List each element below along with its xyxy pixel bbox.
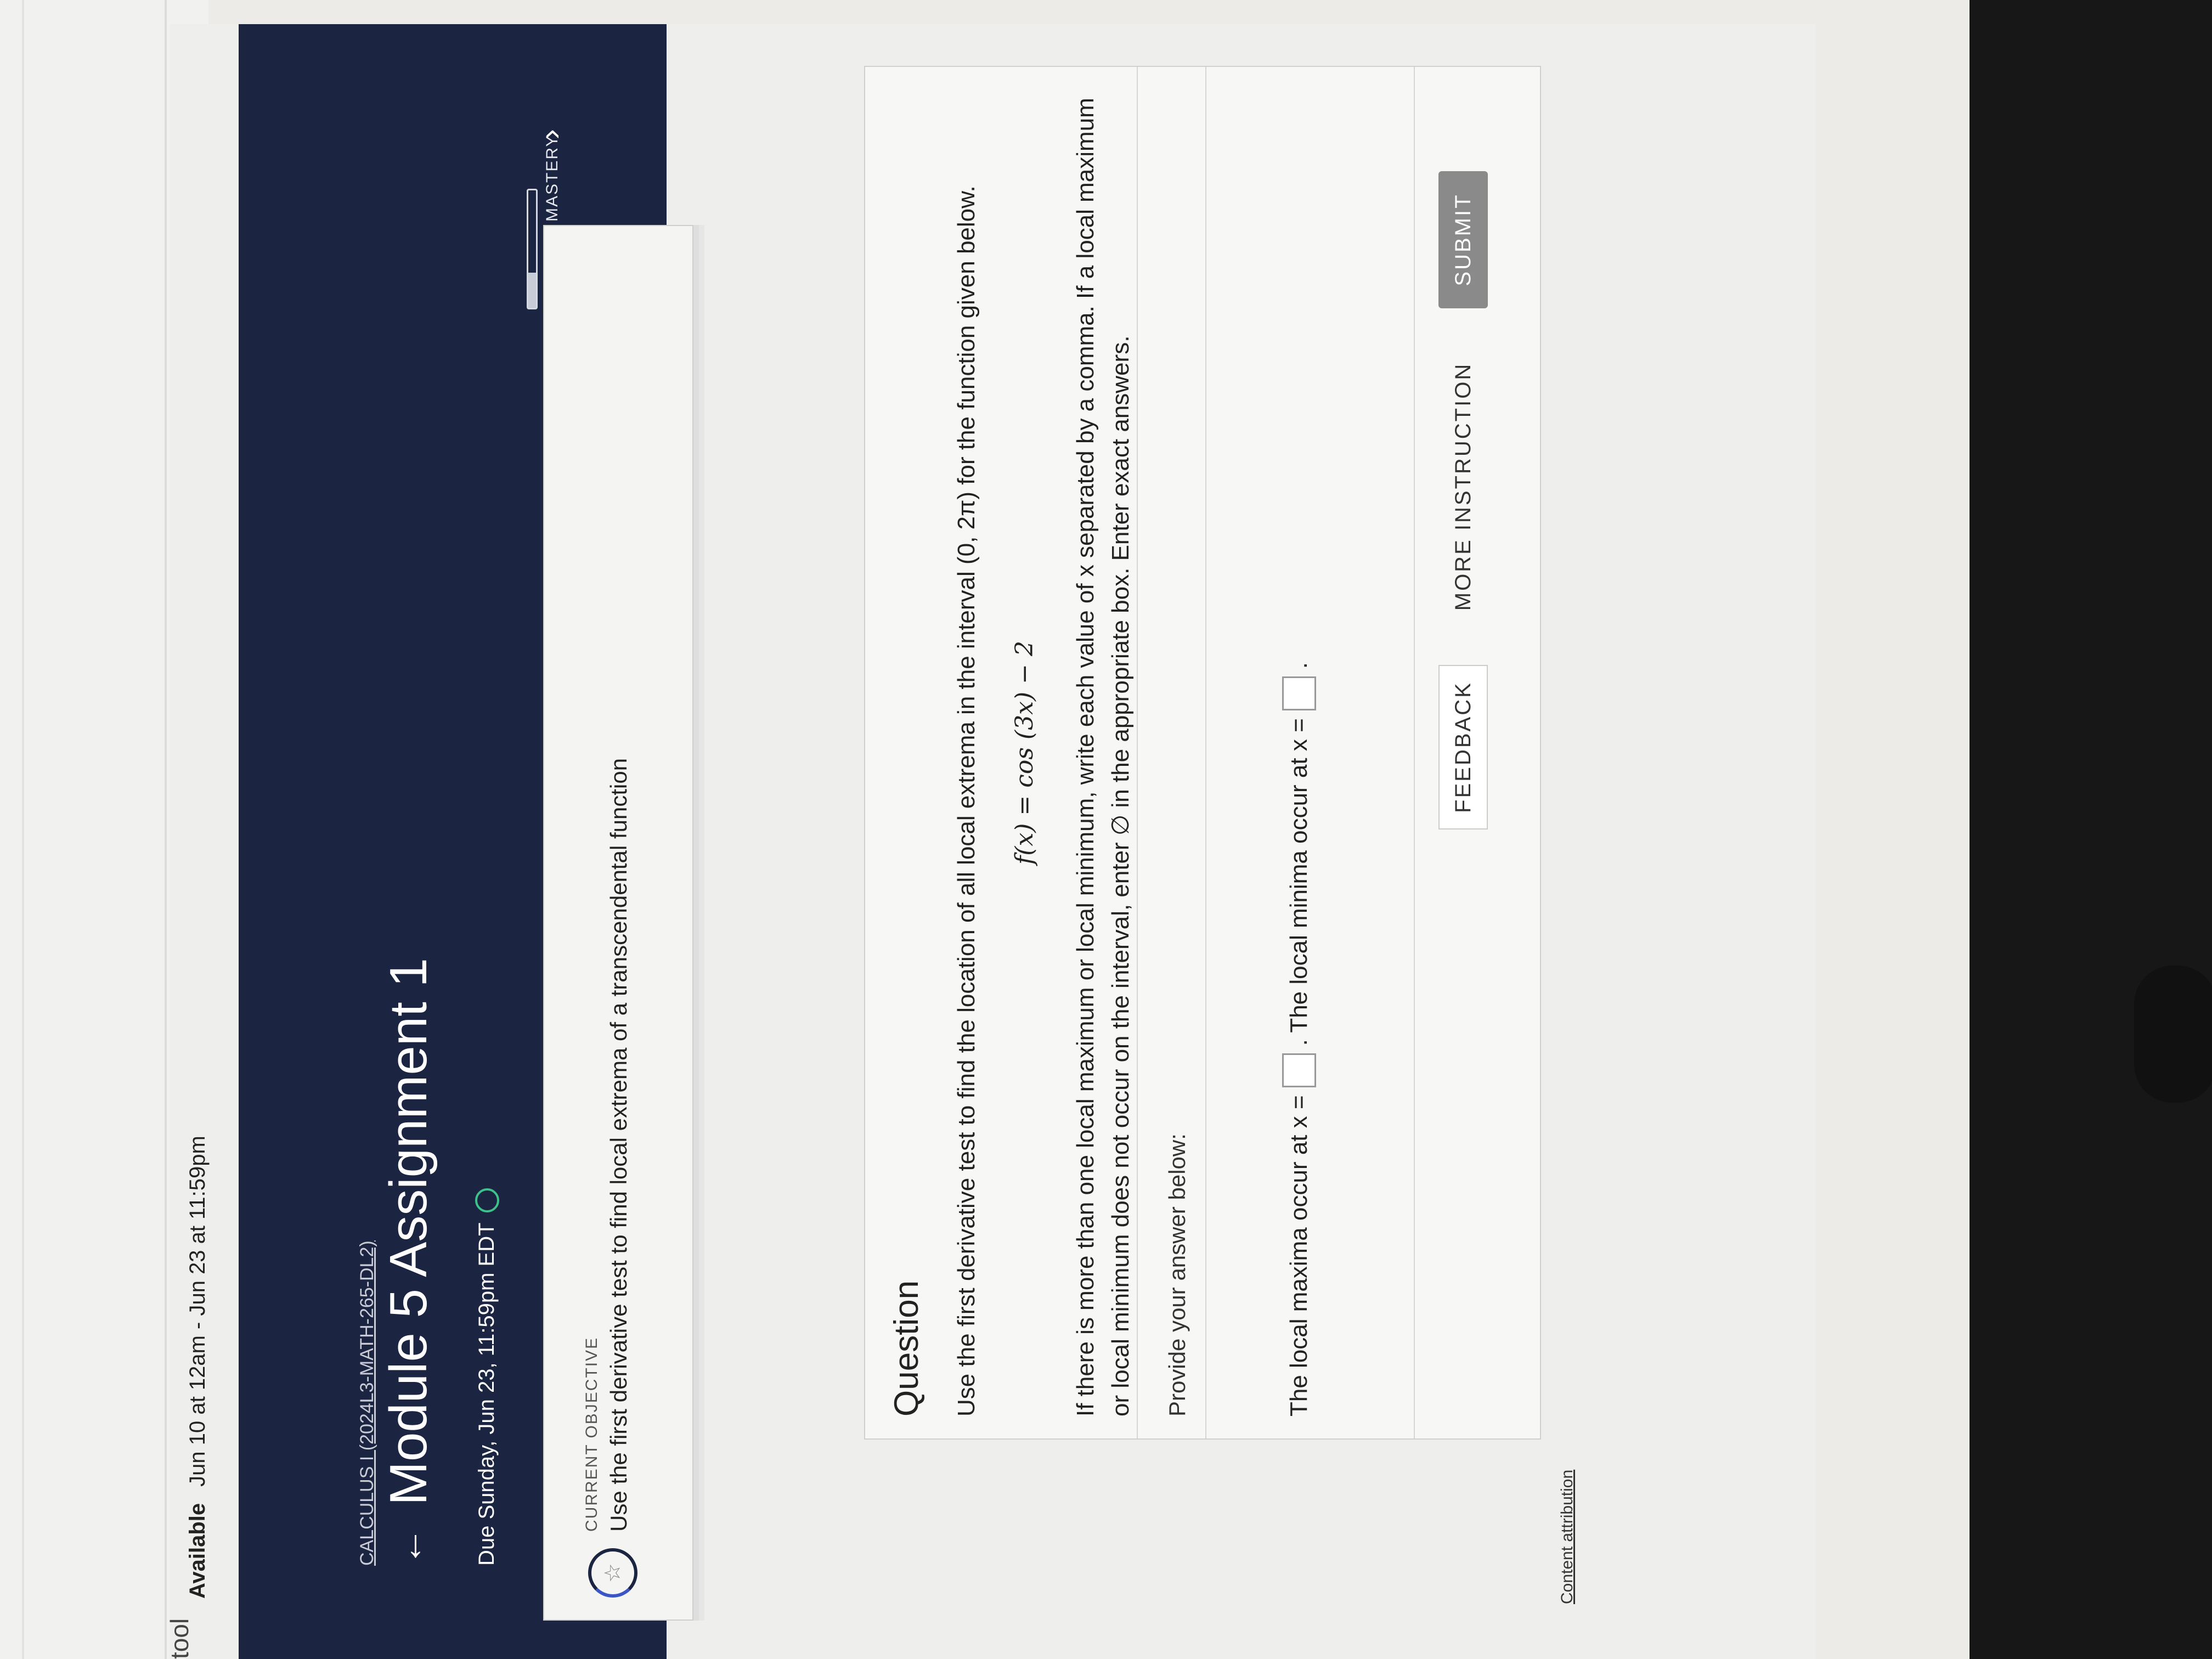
divider [165,0,167,1659]
maxima-label: The local maxima occur at x = [1285,1095,1312,1417]
due-date: Due Sunday, Jun 23, 11:59pm EDT [475,1188,499,1566]
back-arrow-icon[interactable]: ← [387,1527,431,1566]
question-heading: Question [888,1280,926,1417]
mastery-label: MASTERY [543,134,561,222]
mastery-progress-bar [527,189,538,309]
minima-label: . The local minima occur at x = [1285,718,1312,1046]
browser-tab[interactable]: tool [165,1618,194,1659]
divider [1137,67,1138,1438]
question-equation: f(x) = cos (3x) − 2 [1011,641,1039,865]
chevron-icon[interactable]: › [532,129,568,139]
clock-icon [475,1188,499,1213]
feedback-button[interactable]: FEEDBACK [1438,665,1488,830]
availability-bar: Available Jun 10 at 12am - Jun 23 at 11:… [170,1136,225,1599]
assignment-page: tool Available Jun 10 at 12am - Jun 23 a… [165,24,1816,1659]
mastery-progress-fill [528,272,536,308]
sentence-end: . [1285,662,1312,669]
submit-button[interactable]: SUBMIT [1438,171,1488,308]
provide-answer-label: Provide your answer below: [1164,1133,1190,1417]
minima-input[interactable] [1282,676,1316,711]
screen: tool Available Jun 10 at 12am - Jun 23 a… [0,0,1975,1659]
divider [1414,67,1415,1438]
apple-logo-icon [2134,966,2212,1103]
objective-card: ☆ CURRENT OBJECTIVE Use the first deriva… [543,225,693,1621]
maxima-input[interactable] [1282,1053,1316,1088]
content-attribution-link[interactable]: Content attribution [1558,1470,1577,1604]
objective-text: Use the first derivative test to find lo… [606,758,631,1532]
due-date-text: Due Sunday, Jun 23, 11:59pm EDT [475,1222,499,1566]
course-link[interactable]: CALCULUS I (2024L3-MATH-265-DL2) [357,1240,378,1566]
availability-label: Available [185,1503,210,1599]
monitor-bezel [1970,0,2212,1659]
question-instructions: If there is more than one local maximum … [1072,98,1134,1417]
question-prompt: Use the first derivative test to find th… [953,185,980,1417]
objective-caption: CURRENT OBJECTIVE [583,1336,601,1532]
answer-row: The local maxima occur at x = . The loca… [1282,662,1316,1417]
divider [1205,67,1206,1438]
divider [22,0,24,1659]
star-icon: ☆ [588,1548,637,1598]
availability-range: Jun 10 at 12am - Jun 23 at 11:59pm [185,1136,210,1487]
page-title: Module 5 Assignment 1 [379,958,438,1505]
question-card: Question Use the first derivative test t… [864,66,1541,1440]
more-instruction-button[interactable]: MORE INSTRUCTION [1438,358,1488,616]
